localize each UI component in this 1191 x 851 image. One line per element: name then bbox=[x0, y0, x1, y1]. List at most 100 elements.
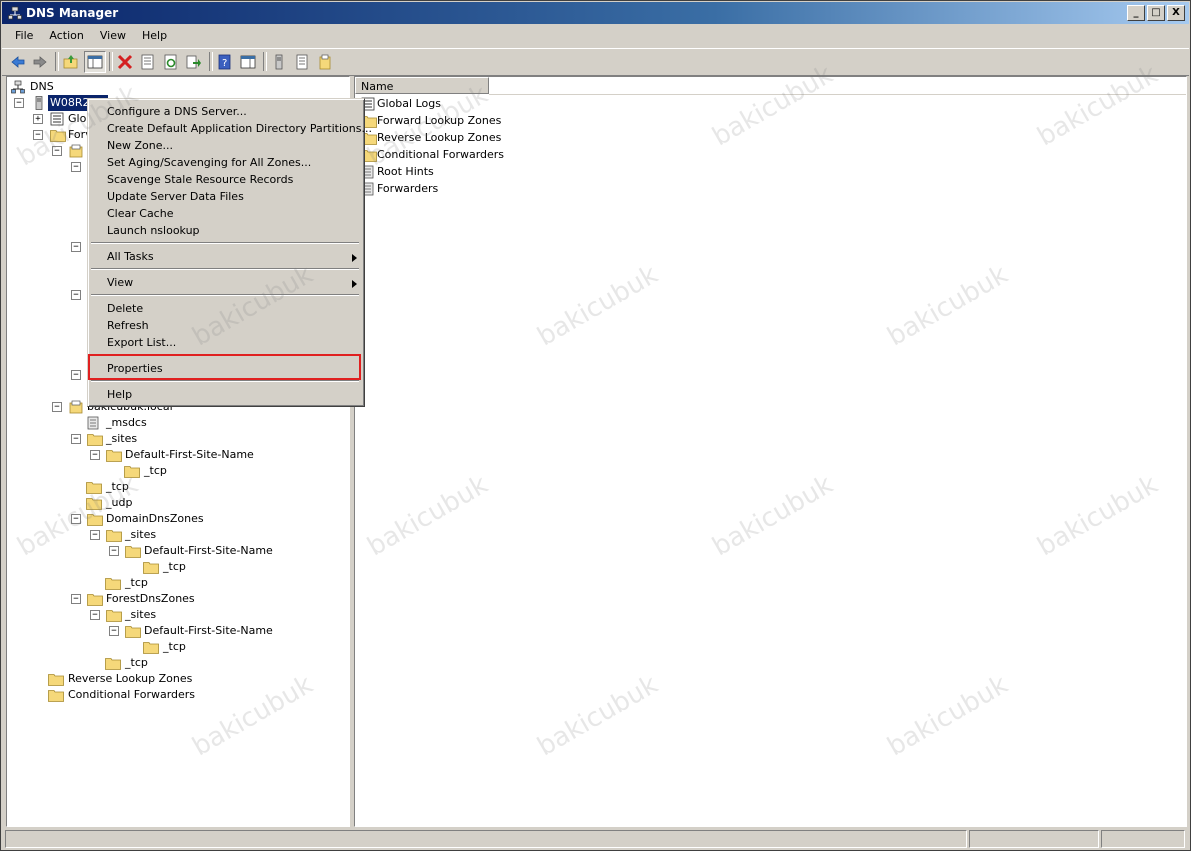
menu-item-refresh[interactable]: Refresh bbox=[107, 317, 149, 334]
menu-item-delete[interactable]: Delete bbox=[107, 300, 143, 317]
collapse-toggle[interactable]: − bbox=[71, 242, 81, 252]
column-header-name[interactable]: Name bbox=[355, 77, 489, 94]
folder-icon bbox=[87, 592, 103, 606]
folder-icon bbox=[106, 608, 122, 622]
folder-icon bbox=[106, 528, 122, 542]
action-pane-icon[interactable] bbox=[238, 52, 258, 72]
tree-label: _sites bbox=[125, 528, 157, 541]
collapse-toggle[interactable]: − bbox=[71, 370, 81, 380]
collapse-toggle[interactable]: − bbox=[71, 594, 81, 604]
list-item-label: Global Logs bbox=[377, 97, 441, 110]
menu-item-all-tasks[interactable]: All Tasks bbox=[107, 248, 154, 265]
folder-icon bbox=[48, 672, 64, 686]
menu-item-view[interactable]: View bbox=[107, 274, 133, 291]
maximize-button[interactable]: □ bbox=[1147, 5, 1165, 21]
menu-item-create-default-partitions[interactable]: Create Default Application Directory Par… bbox=[107, 120, 372, 137]
status-cell bbox=[5, 830, 967, 848]
collapse-toggle[interactable]: − bbox=[90, 610, 100, 620]
menu-bar: File Action View Help bbox=[2, 26, 1189, 46]
svg-text:?: ? bbox=[222, 58, 227, 69]
back-arrow-icon[interactable] bbox=[8, 52, 28, 72]
menu-separator bbox=[91, 294, 359, 296]
zone-file-icon[interactable] bbox=[292, 52, 312, 72]
close-button[interactable]: X bbox=[1167, 5, 1185, 21]
folder-icon bbox=[87, 432, 103, 446]
menu-item-help[interactable]: Help bbox=[107, 386, 132, 403]
collapse-toggle[interactable]: − bbox=[109, 546, 119, 556]
log-icon bbox=[50, 112, 66, 126]
collapse-toggle[interactable]: − bbox=[14, 98, 24, 108]
up-folder-icon[interactable] bbox=[61, 52, 81, 72]
refresh-icon[interactable] bbox=[161, 52, 181, 72]
menu-file[interactable]: File bbox=[2, 26, 41, 46]
collapse-toggle[interactable]: − bbox=[90, 450, 100, 460]
context-menu: Configure a DNS Server... Create Default… bbox=[87, 98, 372, 407]
tree-label: _sites bbox=[125, 608, 157, 621]
tree-label: Default-First-Site-Name bbox=[144, 544, 273, 557]
collapse-toggle[interactable]: − bbox=[33, 130, 43, 140]
result-list[interactable]: Name Global Logs Forward Lookup Zones Re… bbox=[354, 76, 1187, 827]
menu-item-new-zone[interactable]: New Zone... bbox=[107, 137, 173, 154]
collapse-toggle[interactable]: − bbox=[52, 402, 62, 412]
folder-icon bbox=[125, 624, 141, 638]
menu-separator bbox=[91, 268, 359, 270]
server-icon[interactable] bbox=[269, 52, 289, 72]
tree-label: DNS bbox=[30, 80, 54, 93]
collapse-toggle[interactable]: − bbox=[71, 290, 81, 300]
collapse-toggle[interactable]: − bbox=[71, 434, 81, 444]
collapse-toggle[interactable]: − bbox=[109, 626, 119, 636]
menu-item-update-server-data-files[interactable]: Update Server Data Files bbox=[107, 188, 244, 205]
menu-item-configure-dns-server[interactable]: Configure a DNS Server... bbox=[107, 103, 247, 120]
folder-icon bbox=[143, 640, 159, 654]
list-item[interactable]: Conditional Forwarders bbox=[361, 146, 504, 163]
list-item[interactable]: Reverse Lookup Zones bbox=[361, 129, 501, 146]
folder-icon bbox=[48, 688, 64, 702]
zone-icon bbox=[69, 400, 85, 414]
delegation-icon bbox=[86, 416, 102, 430]
list-item[interactable]: Forward Lookup Zones bbox=[361, 112, 501, 129]
show-console-tree-icon[interactable] bbox=[84, 51, 106, 73]
expand-toggle[interactable]: + bbox=[33, 114, 43, 124]
list-item[interactable]: Global Logs bbox=[361, 95, 441, 112]
list-item[interactable]: Forwarders bbox=[361, 180, 438, 197]
title-bar[interactable]: DNS Manager _ □ X bbox=[2, 2, 1189, 24]
menu-item-clear-cache[interactable]: Clear Cache bbox=[107, 205, 173, 222]
tree-label: Reverse Lookup Zones bbox=[68, 672, 193, 685]
list-item-label: Root Hints bbox=[377, 165, 434, 178]
tree-label: _msdcs bbox=[106, 416, 147, 429]
status-cell bbox=[969, 830, 1099, 848]
export-list-icon[interactable] bbox=[184, 52, 204, 72]
collapse-toggle[interactable]: − bbox=[52, 146, 62, 156]
tree-label: ForestDnsZones bbox=[106, 592, 195, 605]
collapse-toggle[interactable]: − bbox=[71, 162, 81, 172]
column-header-filler bbox=[489, 77, 1186, 95]
toolbar-separator bbox=[209, 52, 213, 71]
folder-icon bbox=[105, 656, 121, 670]
menu-item-launch-nslookup[interactable]: Launch nslookup bbox=[107, 222, 200, 239]
menu-item-export-list[interactable]: Export List... bbox=[107, 334, 176, 351]
collapse-toggle[interactable]: − bbox=[90, 530, 100, 540]
menu-item-set-aging-scavenging[interactable]: Set Aging/Scavenging for All Zones... bbox=[107, 154, 311, 171]
folder-icon bbox=[86, 496, 102, 510]
help-icon[interactable]: ? bbox=[215, 52, 235, 72]
minimize-button[interactable]: _ bbox=[1127, 5, 1145, 21]
dns-manager-window: DNS Manager _ □ X File Action View Help bbox=[0, 0, 1191, 851]
list-item-label: Conditional Forwarders bbox=[377, 148, 505, 161]
menu-view[interactable]: View bbox=[92, 26, 134, 46]
tree-label: Default-First-Site-Name bbox=[125, 448, 254, 461]
collapse-toggle[interactable]: − bbox=[71, 514, 81, 524]
tree-label: Default-First-Site-Name bbox=[144, 624, 273, 637]
folder-icon bbox=[125, 544, 141, 558]
menu-item-scavenge-stale-records[interactable]: Scavenge Stale Resource Records bbox=[107, 171, 293, 188]
menu-action[interactable]: Action bbox=[41, 26, 91, 46]
new-record-icon[interactable] bbox=[315, 52, 335, 72]
menu-help[interactable]: Help bbox=[134, 26, 175, 46]
folder-icon bbox=[50, 128, 66, 142]
list-item[interactable]: Root Hints bbox=[361, 163, 434, 180]
forward-arrow-icon[interactable] bbox=[30, 52, 50, 72]
properties-sheet-icon[interactable] bbox=[138, 52, 158, 72]
list-item-label: Reverse Lookup Zones bbox=[377, 131, 502, 144]
tree-label: _tcp bbox=[106, 480, 129, 493]
folder-icon bbox=[86, 480, 102, 494]
delete-x-icon[interactable] bbox=[115, 52, 135, 72]
